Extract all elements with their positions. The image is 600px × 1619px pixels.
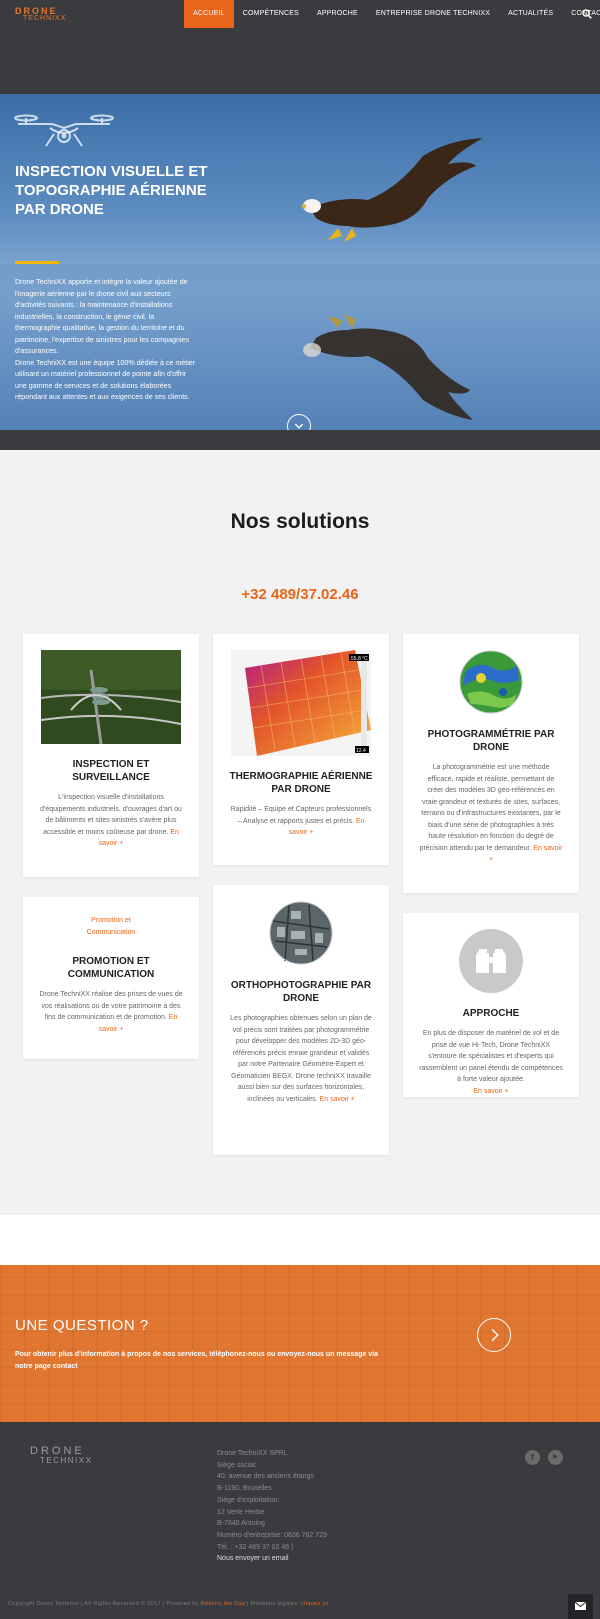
card-text-body: L'inspection visuelle d'installations d'… — [40, 794, 182, 836]
card-thermographie: 55.8 °C 12.4 THERMOGRAPHIE AÉRIENNE PAR … — [213, 634, 389, 865]
site-logo[interactable]: DRONE TECHNIXX — [15, 7, 75, 23]
question-banner: UNE QUESTION ? Pour obtenir plus d'infor… — [0, 1265, 600, 1422]
footer-contact-info: Drone TechniXX SPRL Siège social: 40, av… — [217, 1448, 327, 1565]
promotion-tag-line-1: Promotion et — [91, 917, 131, 924]
card-title: ORTHOPHOTOGRAPHIE PAR DRONE — [230, 980, 372, 1004]
menu-item-actualites[interactable]: ACTUALITÉS — [499, 0, 562, 28]
card-inspection: INSPECTION ET SURVEILLANCE L'inspection … — [23, 634, 199, 877]
chevron-right-icon[interactable] — [477, 1318, 511, 1352]
copyright-text: Copyright Drone Technixx | All Rights Re… — [8, 1601, 329, 1607]
company-number: Numéro d'entreprise: 0636 782 729 — [217, 1531, 327, 1539]
address-line: B-1190, Bruxelles — [217, 1485, 272, 1493]
legal-link[interactable]: cliquez ici — [301, 1601, 329, 1607]
question-background-pattern — [0, 1265, 600, 1422]
main-menu: ACCUEIL COMPÉTENCES APPROCHE ENTREPRISE … — [184, 0, 600, 28]
phone-number[interactable]: +32 489/37.02.46 — [0, 586, 600, 603]
thermo-min-label: 12.4 — [356, 748, 366, 754]
footer-logo-line-1: DRONE — [30, 1445, 85, 1457]
card-text: Les photographies obtenues selon un plan… — [213, 1013, 389, 1105]
card-title: INSPECTION ET SURVEILLANCE — [72, 759, 150, 783]
card-text-body: Rapidité – Equipe et Capteurs profession… — [230, 806, 372, 825]
card-text-body: Drone TechniXX réalise des prises de vue… — [39, 991, 183, 1021]
menu-item-competences[interactable]: COMPÉTENCES — [234, 0, 308, 28]
copyright-main: Copyright Drone Technixx | All Rights Re… — [8, 1601, 199, 1607]
hero-title: INSPECTION VISUELLE ET TOPOGRAPHIE AÉRIE… — [15, 163, 208, 218]
binoculars-icon — [459, 929, 523, 993]
hero-banner: INSPECTION VISUELLE ET TOPOGRAPHIE AÉRIE… — [0, 94, 600, 430]
address-line: Siège social: — [217, 1461, 257, 1469]
hero-accent-bar — [15, 261, 59, 264]
hero-paragraph-2: Drone TechniXX est une équipe 100% dédié… — [15, 358, 196, 402]
menu-item-accueil[interactable]: ACCUEIL — [184, 0, 234, 28]
solutions-title: Nos solutions — [230, 510, 370, 533]
thermography-image: 55.8 °C 12.4 — [231, 650, 371, 756]
card-text-body: La photogrammétrie est une méthode effic… — [419, 764, 561, 852]
question-title: UNE QUESTION ? — [15, 1317, 149, 1334]
youtube-icon[interactable]: ▶ — [548, 1450, 563, 1465]
legal-label: | Mentions légales: — [246, 1601, 300, 1607]
question-text: Pour obtenir plus d'information à propos… — [15, 1351, 379, 1370]
card-title: THERMOGRAPHIE AÉRIENNE PAR DRONE — [229, 771, 373, 795]
drone-icon — [14, 114, 114, 147]
card-orthophotographie: ORTHOPHOTOGRAPHIE PAR DRONE Les photogra… — [213, 885, 389, 1155]
address-line: 12 Verte Herbe — [217, 1508, 265, 1516]
menu-item-entreprise[interactable]: ENTREPRISE DRONE TECHNIXX — [367, 0, 499, 28]
top-navigation: DRONE TECHNIXX ACCUEIL COMPÉTENCES APPRO… — [0, 0, 600, 94]
card-text-body: En plus de disposer de matériel de vol e… — [419, 1030, 563, 1083]
footer: DRONE TECHNIXX Drone TechniXX SPRL Siège… — [0, 1422, 600, 1619]
address-line: B-7640 Antoing — [217, 1520, 265, 1528]
card-photogrammetrie: PHOTOGRAMMÉTRIE PAR DRONE La photogrammé… — [403, 634, 579, 893]
promotion-tag-line-2: Communication — [86, 929, 136, 936]
eagle-image — [300, 138, 483, 420]
hero-paragraph-1: Drone TechniXX apporte et intègre la val… — [15, 278, 190, 355]
learn-more-link[interactable]: En savoir + — [473, 1088, 508, 1095]
logo-line-1: DRONE — [15, 6, 58, 16]
thermo-max-label: 55.8 °C — [351, 656, 368, 662]
footer-logo-line-2: TECHNIXX — [40, 1456, 93, 1465]
card-title: APPROCHE — [462, 1008, 520, 1019]
learn-more-link[interactable]: En savoir + — [320, 1096, 355, 1103]
footer-phone: Tél. : +32 489 37 02 46 | — [217, 1543, 293, 1551]
photogrammetry-image — [459, 650, 523, 714]
company-name: Drone TechniXX SPRL — [217, 1450, 288, 1457]
hero-bottom-band — [0, 430, 600, 450]
card-title: PHOTOGRAMMÉTRIE PAR DRONE — [427, 729, 555, 753]
card-text: Drone TechniXX réalise des prises de vue… — [23, 989, 199, 1035]
card-approche: APPROCHE En plus de disposer de matériel… — [403, 913, 579, 1097]
email-link[interactable]: Nous envoyer un email — [217, 1553, 327, 1565]
section-spacer — [0, 1215, 600, 1265]
card-text: La photogrammétrie est une méthode effic… — [403, 762, 579, 866]
card-text: Rapidité – Equipe et Capteurs profession… — [213, 804, 389, 839]
footer-logo[interactable]: DRONE TECHNIXX — [30, 1446, 102, 1466]
card-text: En plus de disposer de matériel de vol e… — [403, 1028, 579, 1097]
mail-icon[interactable] — [568, 1594, 593, 1619]
powered-by-link[interactable]: Réécris the Day — [201, 1601, 245, 1607]
address-line: Siège d'exploitation: — [217, 1496, 280, 1504]
logo-line-2: TECHNIXX — [23, 15, 67, 22]
address-line: 40, avenue des anciens étangs — [217, 1473, 314, 1481]
card-text: L'inspection visuelle d'installations d'… — [23, 792, 199, 850]
menu-item-approche[interactable]: APPROCHE — [308, 0, 367, 28]
orthophotography-image — [269, 901, 333, 965]
inspection-image — [41, 650, 181, 744]
solutions-section: Nos solutions +32 489/37.02.46 INSPECTIO… — [0, 450, 600, 1215]
card-promotion: Promotion et Communication PROMOTION ET … — [23, 897, 199, 1059]
card-text-body: Les photographies obtenues selon un plan… — [230, 1015, 372, 1103]
card-title: PROMOTION ET COMMUNICATION — [67, 956, 155, 980]
search-icon[interactable] — [582, 9, 592, 19]
facebook-icon[interactable]: f — [525, 1450, 540, 1465]
hero-description: Drone TechniXX apporte et intègre la val… — [15, 277, 197, 404]
